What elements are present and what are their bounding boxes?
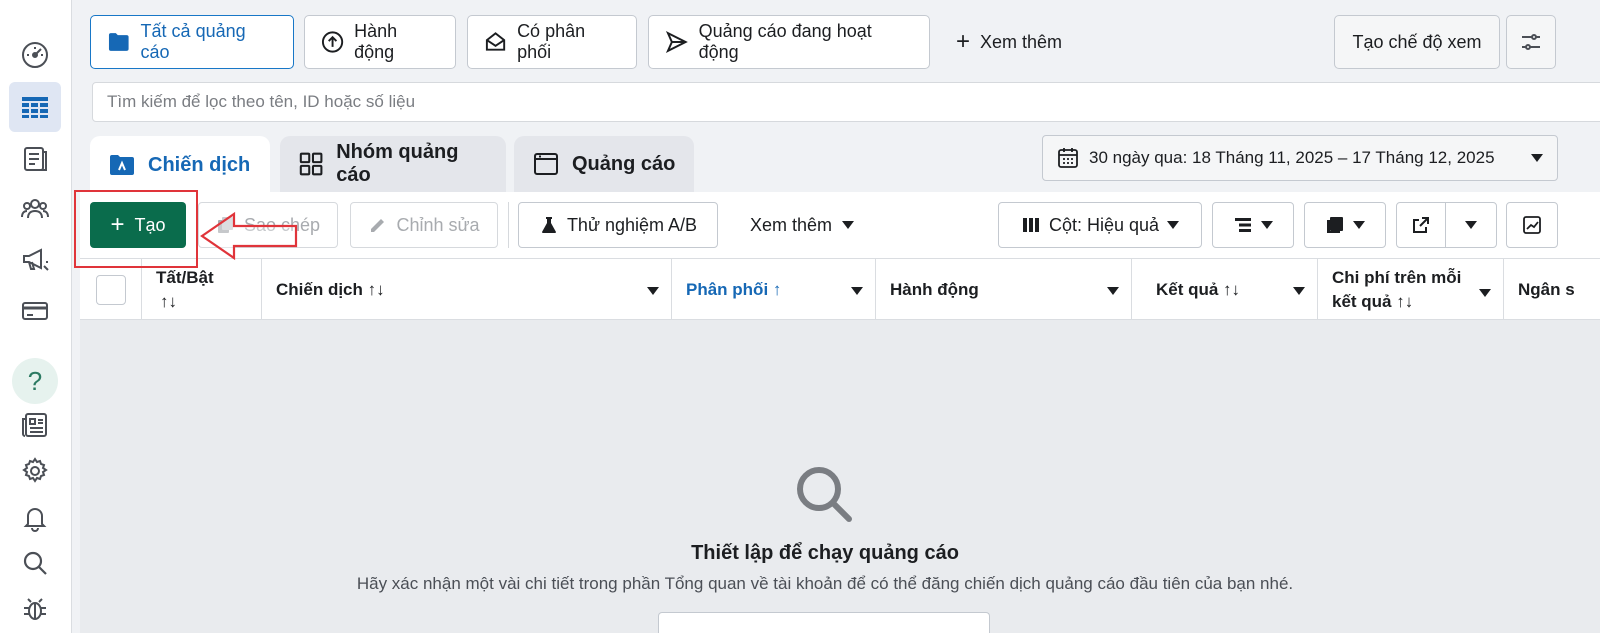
empty-state-action-button[interactable]: [658, 612, 990, 633]
filter-actions-button[interactable]: Hành động: [304, 15, 456, 69]
envelope-open-icon: [485, 32, 506, 51]
grid-icon: [299, 152, 323, 176]
plus-icon: +: [956, 28, 971, 55]
tab-ad-sets[interactable]: Nhóm quảng cáo: [280, 136, 506, 192]
ab-test-button[interactable]: Thử nghiệm A/B: [518, 202, 718, 248]
annotation-highlight-box: [74, 190, 198, 268]
empty-state-title: Thiết lập để chạy quảng cáo: [691, 542, 959, 564]
toolbar-divider: [508, 202, 509, 248]
table-icon[interactable]: [9, 82, 61, 132]
chevron-down-icon: [1293, 287, 1305, 295]
column-header-campaign[interactable]: Chiến dịch ↑↓: [262, 259, 672, 321]
pencil-icon: [371, 219, 385, 232]
chevron-down-icon: [851, 287, 863, 295]
table-header: Tất/Bật ↑↓ Chiến dịch ↑↓ Phân phối ↑ Hàn…: [80, 258, 1600, 321]
select-all-cell: [80, 259, 142, 321]
report-book-icon: [1327, 217, 1343, 233]
left-sidebar: ?: [0, 0, 72, 633]
filter-all-ads-button[interactable]: Tất cả quảng cáo: [90, 15, 294, 69]
ad-window-icon: [534, 153, 558, 175]
search-input[interactable]: [92, 82, 1600, 122]
chevron-down-icon: [1353, 221, 1365, 229]
search-icon[interactable]: [9, 538, 61, 588]
chevron-down-icon: [647, 287, 659, 295]
send-icon: [665, 31, 688, 53]
news-icon[interactable]: [9, 400, 61, 450]
column-header-delivery[interactable]: Phân phối ↑: [672, 259, 876, 321]
help-icon[interactable]: ?: [12, 358, 58, 404]
billing-card-icon[interactable]: [9, 286, 61, 336]
empty-state: Thiết lập để chạy quảng cáo Hãy xác nhận…: [80, 320, 1600, 633]
chevron-down-icon: [1107, 287, 1119, 295]
line-chart-icon: [1523, 216, 1541, 234]
calendar-icon: [1058, 148, 1078, 168]
reports-dropdown[interactable]: [1304, 202, 1386, 248]
filter-active-ads-button[interactable]: Quảng cáo đang hoạt động: [648, 15, 930, 69]
breakdown-icon: [1235, 218, 1251, 232]
annotation-arrow-icon: [200, 211, 298, 261]
chevron-down-icon: [842, 221, 855, 229]
view-settings-button[interactable]: [1506, 15, 1556, 69]
column-header-actions[interactable]: Hành động: [876, 259, 1132, 321]
campaign-folder-icon: [110, 155, 134, 175]
bell-icon[interactable]: [9, 492, 61, 542]
chevron-down-icon: [1465, 221, 1477, 229]
create-view-button[interactable]: Tạo chế độ xem: [1334, 15, 1500, 69]
chevron-down-icon: [1261, 221, 1273, 229]
edit-button[interactable]: Chỉnh sửa: [350, 202, 498, 248]
catalog-icon[interactable]: [9, 134, 61, 184]
column-header-toggle[interactable]: Tất/Bật ↑↓: [142, 259, 262, 321]
campaigns-panel: + Tạo Sao chép Chỉnh sửa Thử nghiệm A/B …: [80, 192, 1600, 633]
tab-ads[interactable]: Quảng cáo: [514, 136, 694, 192]
tab-campaigns[interactable]: Chiến dịch: [90, 136, 270, 194]
chevron-down-icon: [1167, 221, 1180, 229]
column-header-results[interactable]: Kết quả ↑↓: [1132, 259, 1318, 321]
filter-delivering-button[interactable]: Có phân phối: [467, 15, 637, 69]
toolbar-see-more-button[interactable]: Xem thêm: [750, 202, 855, 248]
external-link-icon: [1413, 217, 1429, 233]
columns-dropdown[interactable]: Cột: Hiệu quả: [998, 202, 1202, 248]
filter-see-more-button[interactable]: + Xem thêm: [956, 15, 1062, 69]
sliders-icon: [1522, 34, 1540, 50]
export-button[interactable]: [1396, 202, 1446, 248]
audience-icon[interactable]: [9, 184, 61, 234]
select-all-checkbox[interactable]: [95, 275, 126, 305]
chevron-down-icon: [1479, 289, 1491, 297]
empty-state-description: Hãy xác nhận một vài chi tiết trong phần…: [356, 574, 1294, 593]
breakdown-dropdown[interactable]: [1212, 202, 1294, 248]
search-icon: [797, 467, 852, 522]
arrow-up-circle-icon: [321, 31, 344, 53]
folder-icon: [108, 33, 129, 51]
bug-icon[interactable]: [9, 584, 61, 633]
date-range-picker[interactable]: 30 ngày qua: 18 Tháng 11, 2025 – 17 Thán…: [1042, 135, 1558, 181]
dashboard-icon[interactable]: [9, 30, 61, 80]
column-header-budget[interactable]: Ngân s: [1504, 259, 1600, 321]
charts-button[interactable]: [1506, 202, 1558, 248]
column-header-cost-per-result[interactable]: Chi phí trên mỗi kết quả ↑↓: [1318, 259, 1504, 321]
export-dropdown[interactable]: [1445, 202, 1497, 248]
megaphone-icon[interactable]: [9, 234, 61, 284]
columns-icon: [1022, 218, 1039, 232]
chevron-down-icon: [1531, 154, 1543, 162]
main-content: Tất cả quảng cáo Hành động Có phân phối …: [72, 0, 1600, 633]
beaker-icon: [541, 217, 556, 233]
gear-icon[interactable]: [9, 446, 61, 496]
